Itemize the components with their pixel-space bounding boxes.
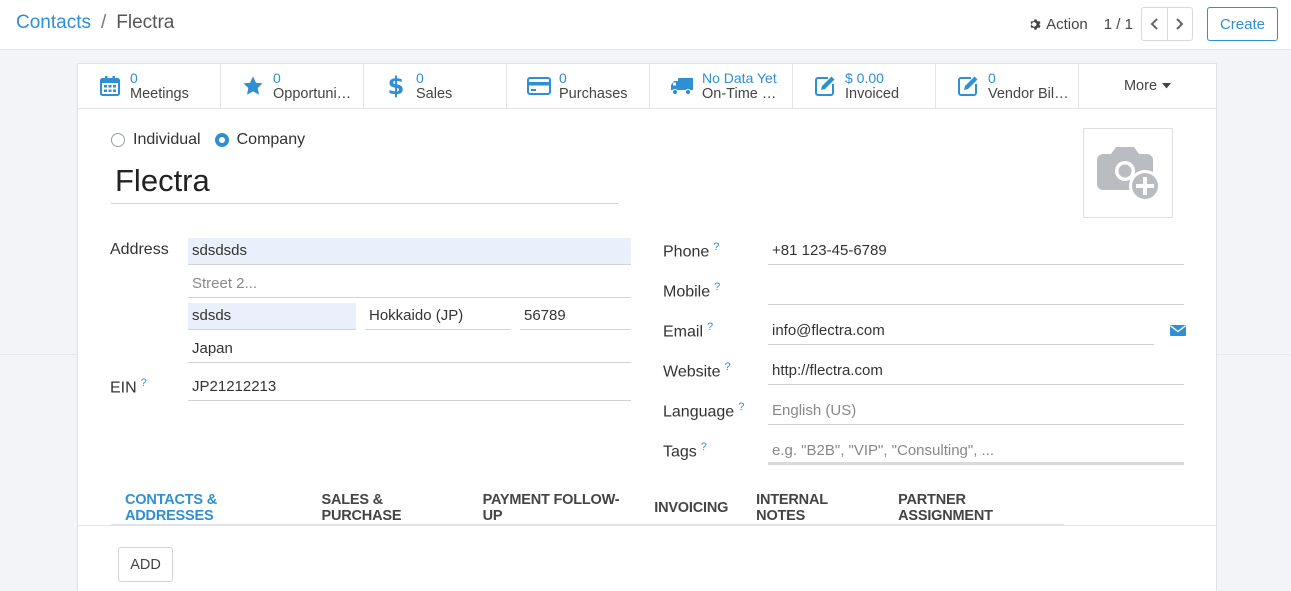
calendar-icon (100, 76, 120, 96)
sales-count: 0 (416, 70, 424, 86)
opportunities-count: 0 (273, 70, 281, 86)
chevron-left-icon (1150, 18, 1158, 30)
notebook-tabs: CONTACTS & ADDRESSES SALES & PURCHASE PA… (111, 491, 1064, 525)
email-help-icon[interactable]: ? (707, 321, 713, 333)
tags-help-icon[interactable]: ? (701, 441, 707, 453)
pager-buttons (1140, 7, 1193, 41)
action-label: Action (1046, 15, 1088, 33)
purchases-count: 0 (559, 70, 567, 86)
invoiced-smart-button[interactable]: $ 0.00 Invoiced (793, 64, 936, 108)
more-smart-buttons[interactable]: More (1079, 64, 1216, 108)
vendor-bills-smart-button[interactable]: 0 Vendor Bil… (936, 64, 1079, 108)
gear-icon (1030, 18, 1041, 30)
opportunities-smart-button[interactable]: 0 Opportuni… (221, 64, 364, 108)
meetings-smart-button[interactable]: 0 Meetings (78, 64, 221, 108)
invoiced-label: Invoiced (845, 86, 900, 102)
tags-input[interactable]: e.g. "B2B", "VIP", "Consulting", ... (768, 438, 1184, 465)
language-select[interactable]: English (US) (768, 398, 1184, 425)
language-help-icon[interactable]: ? (738, 401, 744, 413)
add-contact-button[interactable]: ADD (118, 547, 173, 582)
smart-buttons-bar: 0 Meetings 0 Opportuni… $ 0 Sales 0 Purchase… (78, 64, 1216, 109)
street-input[interactable]: sdsdsds (188, 238, 631, 265)
create-button[interactable]: Create (1206, 7, 1278, 41)
vendor-bills-label: Vendor Bil… (988, 86, 1069, 102)
partner-name-input[interactable]: Flectra (111, 160, 618, 204)
breadcrumb-current: Flectra (116, 12, 175, 33)
control-panel: Contacts / Flectra Action 1 / 1 Create (0, 0, 1291, 50)
pager-next-button[interactable] (1166, 8, 1192, 40)
phone-label: Phone? (663, 241, 720, 261)
country-select[interactable]: Japan (188, 336, 631, 363)
website-help-icon[interactable]: ? (725, 361, 731, 373)
tags-label: Tags? (663, 441, 707, 461)
on-time-value: No Data Yet (702, 70, 777, 86)
tab-contacts-addresses[interactable]: CONTACTS & ADDRESSES (111, 491, 308, 525)
control-panel-right: Action 1 / 1 Create (1029, 7, 1278, 41)
email-input[interactable]: info@flectra.com (768, 318, 1154, 345)
purchases-label: Purchases (559, 86, 628, 102)
edit-icon (815, 76, 835, 96)
sales-label: Sales (416, 86, 453, 102)
svg-text:$: $ (388, 73, 404, 99)
company-label: Company (236, 131, 306, 148)
caret-down-icon (1162, 83, 1172, 89)
phone-help-icon[interactable]: ? (713, 241, 719, 253)
dollar-icon: $ (388, 73, 404, 99)
edit-icon (958, 76, 978, 96)
phone-input[interactable]: +81 123-45-6789 (768, 238, 1184, 265)
sales-smart-button[interactable]: $ 0 Sales (364, 64, 507, 108)
chevron-right-icon (1176, 18, 1184, 30)
company-radio[interactable] (214, 133, 229, 147)
tab-content-divider (78, 525, 1216, 526)
form-sheet: 0 Meetings 0 Opportuni… $ 0 Sales 0 Purchase… (77, 63, 1217, 591)
pager-previous-button[interactable] (1142, 8, 1167, 40)
tab-internal-notes[interactable]: INTERNAL NOTES (742, 491, 884, 525)
mobile-help-icon[interactable]: ? (714, 281, 720, 293)
invoiced-amount: $ 0.00 (845, 70, 884, 86)
mobile-label: Mobile? (663, 281, 721, 301)
ein-label: EIN? (110, 377, 147, 397)
vendor-bills-count: 0 (988, 70, 996, 86)
tab-payment-follow-up[interactable]: PAYMENT FOLLOW-UP (469, 491, 641, 525)
address-label: Address (110, 241, 169, 258)
street2-input[interactable]: Street 2... (188, 271, 631, 298)
breadcrumb-contacts-link[interactable]: Contacts (16, 12, 91, 34)
individual-label: Individual (133, 131, 201, 148)
email-label: Email? (663, 321, 714, 341)
on-time-label: On-Time … (702, 86, 777, 102)
star-icon (243, 76, 263, 95)
purchases-smart-button[interactable]: 0 Purchases (507, 64, 650, 108)
credit-card-icon (527, 77, 551, 95)
on-time-smart-button[interactable]: No Data Yet On-Time … (650, 64, 793, 108)
tab-partner-assignment[interactable]: PARTNER ASSIGNMENT (884, 491, 1064, 525)
breadcrumb-separator: / (100, 12, 107, 33)
city-input[interactable]: sdsds (188, 303, 356, 330)
meetings-count: 0 (130, 70, 138, 86)
ein-input[interactable]: JP21212213 (188, 374, 631, 401)
zip-input[interactable]: 56789 (520, 303, 631, 330)
website-label: Website? (663, 361, 731, 381)
opportunities-label: Opportuni… (273, 86, 352, 102)
more-label: More (1123, 78, 1158, 94)
company-type-selector: Individual Company (111, 131, 319, 149)
mobile-input[interactable] (768, 278, 1184, 305)
ein-help-icon[interactable]: ? (141, 377, 147, 389)
camera-plus-icon (1097, 147, 1161, 202)
action-button[interactable]: Action (1029, 16, 1088, 33)
tab-invoicing[interactable]: INVOICING (640, 491, 742, 525)
avatar-upload[interactable] (1083, 128, 1173, 218)
breadcrumb: Contacts / Flectra (16, 12, 174, 34)
website-input[interactable]: http://flectra.com (768, 358, 1184, 385)
individual-radio[interactable] (111, 133, 125, 147)
envelope-icon[interactable] (1170, 324, 1186, 337)
language-label: Language? (663, 401, 745, 421)
truck-icon (671, 78, 693, 96)
tab-sales-purchase[interactable]: SALES & PURCHASE (308, 491, 469, 525)
pager-value: 1 / 1 (1103, 15, 1133, 33)
meetings-label: Meetings (130, 86, 189, 102)
state-select[interactable]: Hokkaido (JP) (365, 303, 511, 330)
